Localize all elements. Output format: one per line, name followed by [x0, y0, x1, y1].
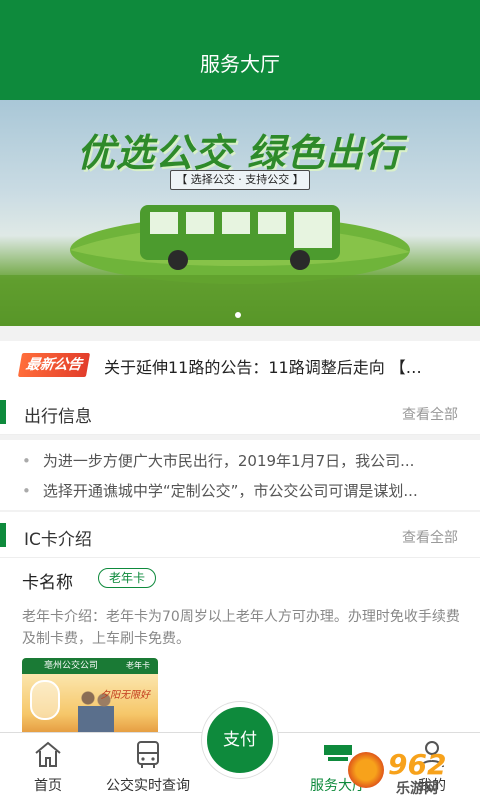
photo-frame-icon: [30, 680, 60, 720]
card-description: 老年卡介绍：老年卡为70周岁以上老年人方可办理。办理时免收手续费及制卡费，上车刷…: [22, 609, 460, 647]
ic-section-header: IC卡介绍 查看全部: [0, 512, 480, 558]
pay-button[interactable]: 支付: [202, 702, 278, 778]
site-watermark: 962 乐游网: [344, 748, 474, 797]
notice-bar[interactable]: 最新公告 关于延伸11路的公告：11路调整后走向 【…: [0, 341, 480, 389]
section-accent-bar: [0, 400, 6, 424]
watermark-logo-icon: [348, 752, 384, 788]
section-accent-bar: [0, 523, 6, 547]
travel-section-title: 出行信息: [24, 407, 92, 427]
list-item[interactable]: • 选择开通谯城中学“定制公交”，市公交公司可谓是谋划...: [22, 480, 462, 504]
bus-leaf-illustration: [0, 205, 480, 326]
card-image[interactable]: 亳州公交公司 老年卡 夕阳无限好: [22, 658, 158, 738]
watermark-site: 乐游网: [396, 781, 438, 797]
tab-bus-realtime[interactable]: 公交实时查询: [88, 733, 208, 800]
travel-view-all-link[interactable]: 查看全部: [402, 404, 458, 424]
carousel-indicator[interactable]: [235, 312, 241, 318]
latest-notice-tag: 最新公告: [17, 353, 91, 377]
page-title: 服务大厅: [200, 52, 280, 76]
bus-icon: [137, 741, 159, 768]
travel-section-header: 出行信息 查看全部: [0, 389, 480, 435]
list-item[interactable]: • 为进一步方便广大市民出行，2019年1月7日，我公司...: [22, 450, 462, 474]
card-script: 夕阳无限好: [100, 690, 150, 701]
card-name-label: 卡名称: [22, 573, 73, 593]
promo-banner[interactable]: 优选公交 绿色出行 【 选择公交 · 支持公交 】: [0, 100, 480, 326]
travel-list: • 为进一步方便广大市民出行，2019年1月7日，我公司... • 选择开通谯城中学…: [0, 440, 480, 510]
ic-section-title: IC卡介绍: [24, 530, 92, 550]
card-image-type: 老年卡: [126, 661, 150, 670]
tab-home[interactable]: 首页: [0, 733, 96, 800]
home-icon: [35, 741, 61, 767]
bullet-icon: •: [22, 452, 31, 470]
bullet-icon: •: [22, 482, 31, 500]
notice-text[interactable]: 关于延伸11路的公告：11路调整后走向 【…: [104, 354, 464, 378]
ic-view-all-link[interactable]: 查看全部: [402, 527, 458, 547]
card-type-badge[interactable]: 老年卡: [98, 568, 157, 588]
watermark-number: 962: [388, 748, 447, 781]
